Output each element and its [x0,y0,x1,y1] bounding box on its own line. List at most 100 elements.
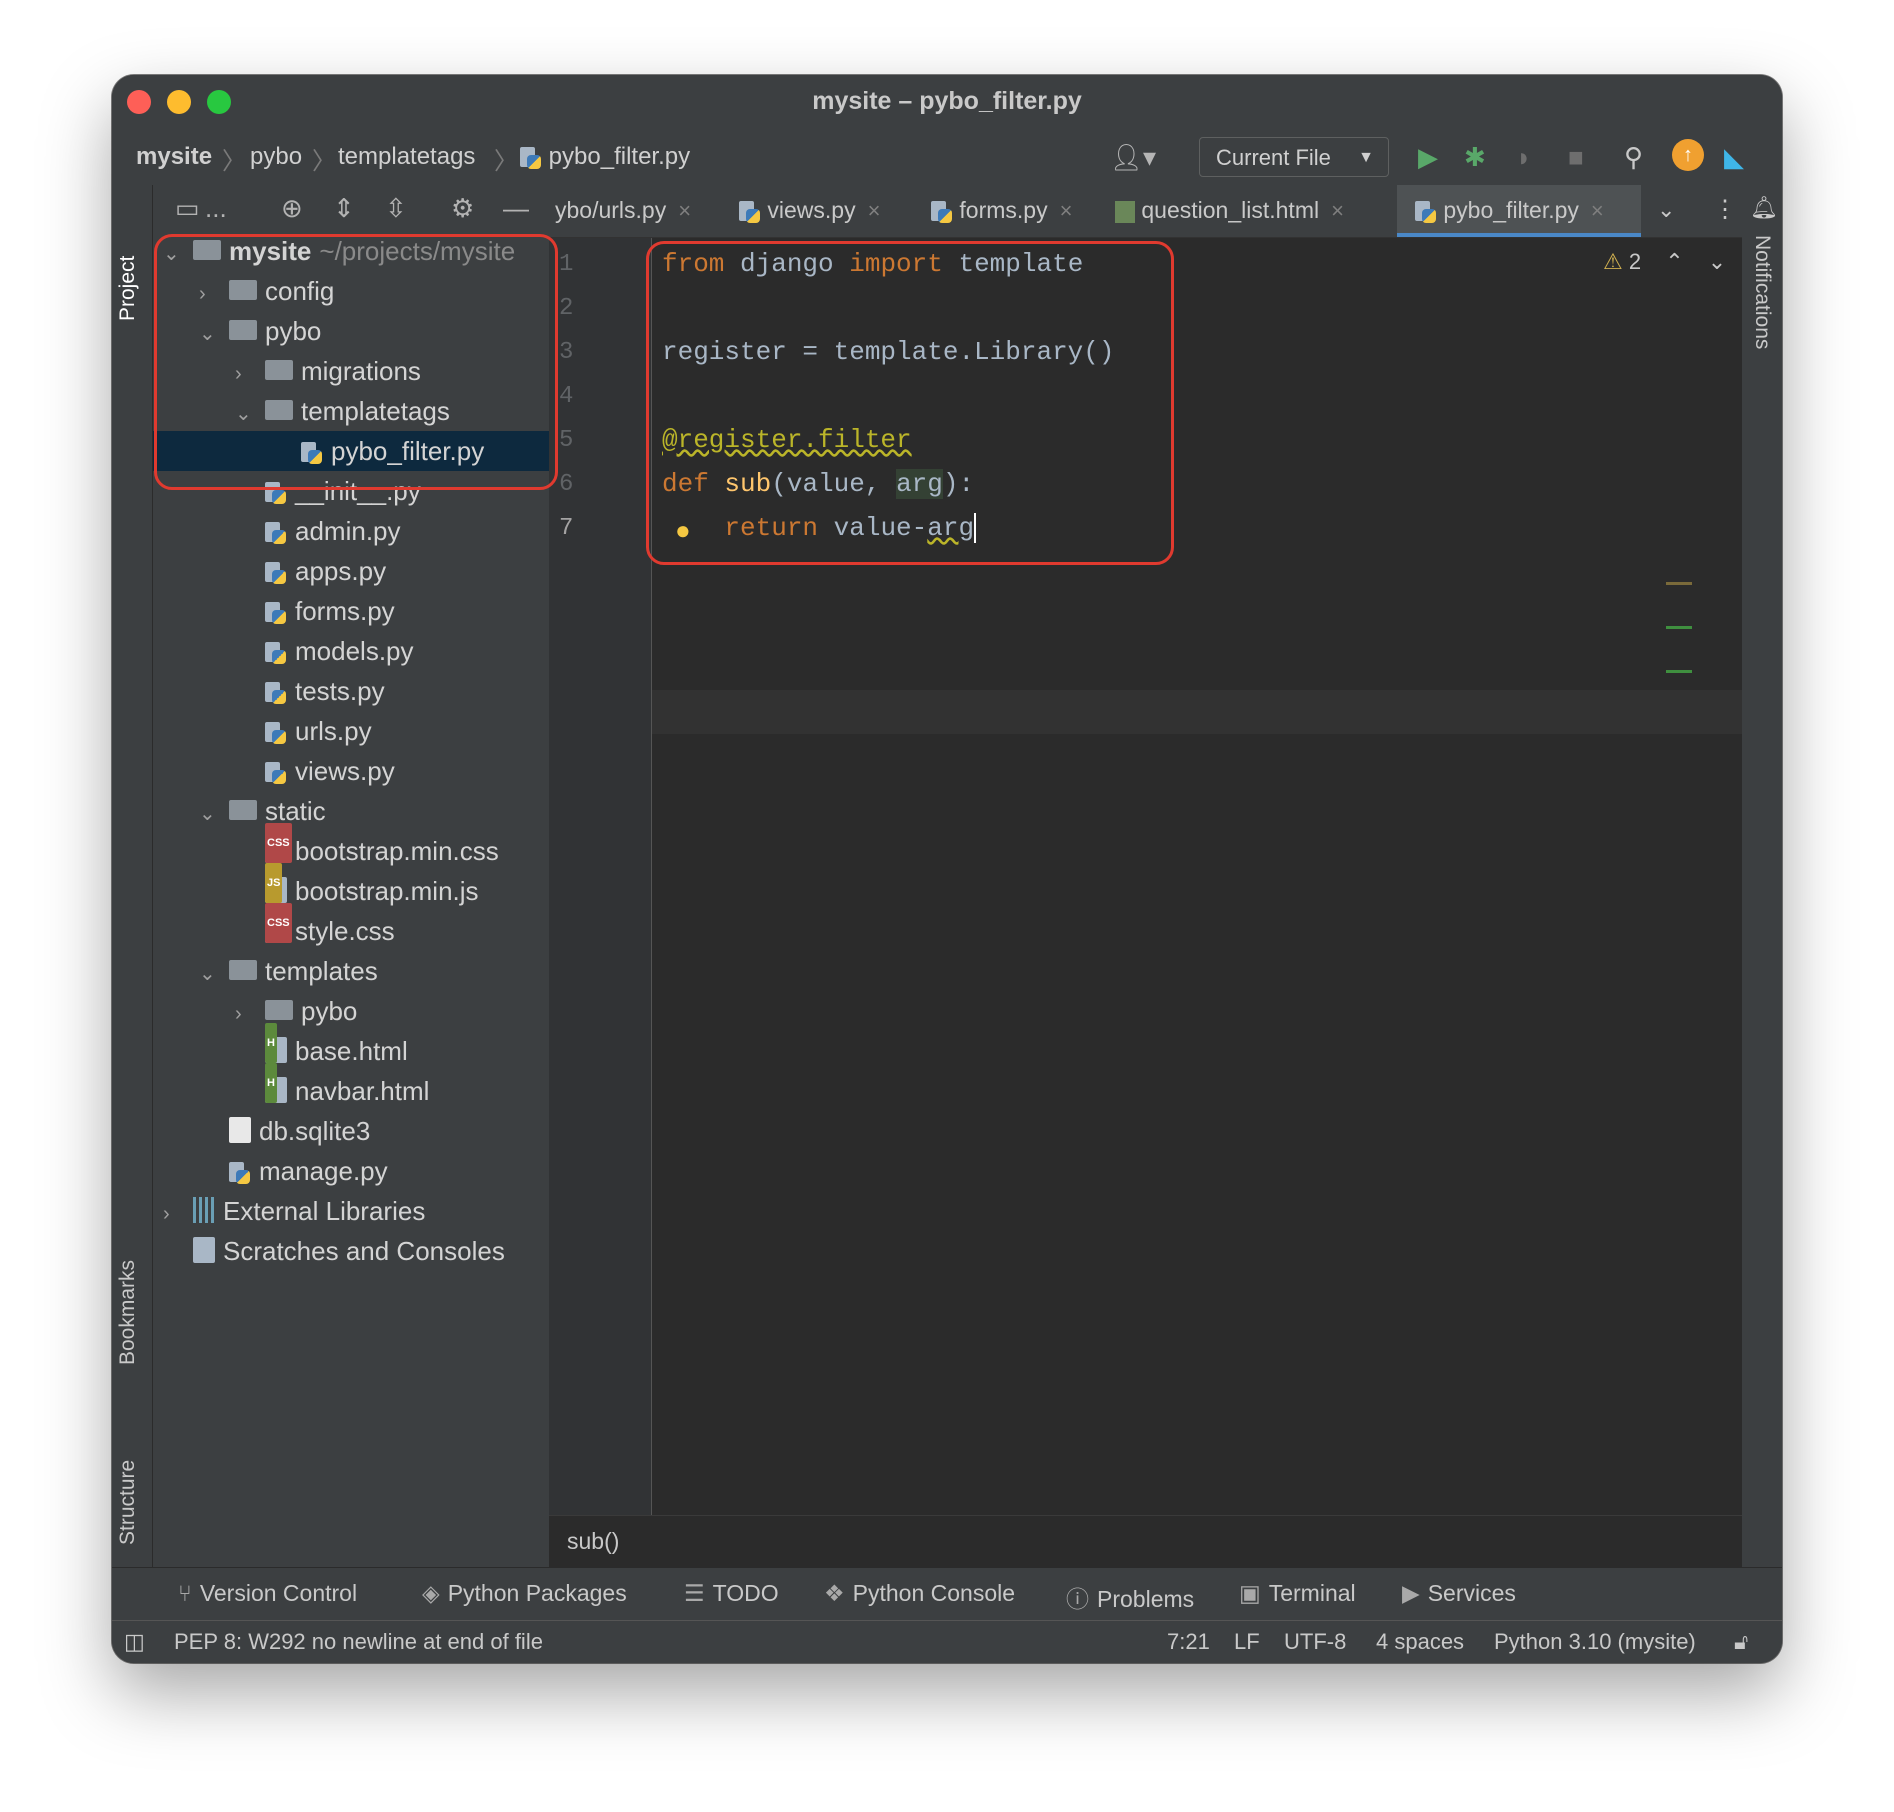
line-separator[interactable]: LF [1234,1629,1260,1655]
terminal-button[interactable]: ▣ Terminal [1239,1580,1356,1607]
next-highlight-icon[interactable]: ⌄ [1708,249,1726,274]
tree-item[interactable]: ⌄ templates [199,951,378,991]
services-button[interactable]: ▶ Services [1402,1580,1516,1607]
tab-pybo-filter[interactable]: pybo_filter.py × [1397,185,1641,237]
notifications-bell-icon[interactable]: 🔔︎ [1750,195,1778,221]
tree-item[interactable]: tests.py [235,671,385,711]
crumb-templatetags[interactable]: templatetags [338,143,475,171]
locate-file-icon[interactable]: ⊕ [281,193,303,224]
python-file-icon [229,1161,251,1185]
python-interpreter[interactable]: Python 3.10 (mysite) [1494,1629,1696,1655]
chevron-down-icon: ▼ [1358,149,1374,166]
tree-item[interactable]: admin.py [235,511,401,551]
tree-item-label: Scratches and Consoles [223,1236,505,1266]
tree-item[interactable]: urls.py [235,711,372,751]
scroll-marker-change[interactable] [1666,626,1692,629]
tab-views[interactable]: views.py × [739,185,880,237]
scroll-marker-change[interactable] [1666,670,1692,673]
stop-icon[interactable]: ■ [1568,143,1584,171]
tab-list-chevron-icon[interactable]: ⌄ [1657,197,1675,223]
crumb-file[interactable]: pybo_filter.py [520,143,690,171]
expand-all-icon[interactable]: ⇕ [333,193,355,224]
tool-windows-toggle-icon[interactable]: ◫ [124,1629,145,1655]
previous-highlight-icon[interactable]: ⌃ [1665,249,1683,274]
terminal-icon: ▣ [1239,1580,1261,1606]
crumb-pybo[interactable]: pybo [250,143,302,171]
warning-count: 2 [1628,249,1642,274]
tab-label: views.py [767,197,856,223]
hide-panel-icon[interactable]: — [503,193,529,224]
project-tool-button[interactable]: Project [116,201,140,321]
tree-item[interactable]: › External Libraries [163,1191,425,1231]
structure-tool-button[interactable]: Structure [116,1425,140,1545]
line-number: 7 [559,515,574,542]
caret-position[interactable]: 7:21 [1167,1629,1210,1655]
tree-item-label: External Libraries [223,1196,426,1226]
status-message[interactable]: PEP 8: W292 no newline at end of file [174,1629,543,1655]
close-tab-icon[interactable]: × [868,198,881,223]
crumb-project[interactable]: mysite [136,143,212,171]
tab-question-list[interactable]: question_list.html × [1115,185,1344,237]
search-icon[interactable]: ⚲ [1624,143,1643,171]
tree-item[interactable]: Hbase.html [235,1023,408,1071]
js-file-icon: JS [265,863,287,904]
tab-label: question_list.html [1141,197,1320,223]
collapse-chevron-icon[interactable]: › [163,1194,193,1234]
tool-window-bar: ⑂ Version Control ◈ Python Packages ☰ TODO … [112,1567,1782,1620]
tree-item[interactable]: › pybo [235,991,357,1031]
tree-item[interactable]: ⌄ static [199,791,326,831]
close-tab-icon[interactable]: × [678,198,691,223]
run-configuration-select[interactable]: Current File ▼ [1199,137,1389,177]
tool-label: Python Packages [447,1580,627,1606]
version-control-button[interactable]: ⑂ Version Control [178,1580,357,1607]
scroll-marker-warning[interactable] [1666,582,1692,585]
problems-button[interactable]: ⓘ Problems [1066,1580,1194,1614]
user-account-icon[interactable]: 👤︎▾ [1110,143,1156,171]
bookmarks-tool-button[interactable]: Bookmarks [116,1235,140,1365]
tab-urls[interactable]: ybo/urls.py × [555,185,691,237]
expand-chevron-icon[interactable]: ⌄ [199,794,229,834]
gear-icon[interactable]: ⚙ [451,193,474,224]
tree-item-label: views.py [295,756,395,786]
close-tab-icon[interactable]: × [1331,198,1344,223]
tree-item[interactable]: forms.py [235,591,395,631]
update-icon[interactable]: ↑ [1672,139,1704,171]
todo-button[interactable]: ☰ TODO [684,1580,779,1607]
tree-item[interactable]: CSS style.css [235,903,395,951]
project-toolbar: ▭ ... ⊕ ⇕ ⇳ ⚙ — [153,185,549,231]
run-icon[interactable]: ▶ [1418,143,1438,171]
project-view-dropdown[interactable]: ... [205,193,227,224]
close-tab-icon[interactable]: × [1060,198,1073,223]
tree-item[interactable]: apps.py [235,551,386,591]
tree-item[interactable]: Hnavbar.html [235,1063,429,1111]
tree-item-label: admin.py [295,516,401,546]
python-packages-button[interactable]: ◈ Python Packages [422,1580,627,1607]
python-console-button[interactable]: ❖ Python Console [824,1580,1015,1607]
more-options-icon[interactable]: ⋮ [1713,195,1737,224]
notifications-tool-button[interactable]: Notifications [1750,235,1774,349]
coverage-icon[interactable]: ◗ [1516,143,1532,171]
tree-item[interactable]: views.py [235,751,395,791]
jetbrains-logo-icon[interactable]: ◣ [1724,143,1744,171]
tree-item[interactable]: db.sqlite3 [199,1111,370,1151]
python-file-icon [265,601,287,625]
tree-item[interactable]: models.py [235,631,414,671]
collapse-all-icon[interactable]: ⇳ [385,193,407,224]
python-icon: ❖ [824,1580,845,1606]
code-breadcrumb-sub[interactable]: sub() [567,1528,619,1555]
debug-bug-icon[interactable]: ✱ [1464,143,1486,171]
collapse-chevron-icon[interactable]: › [235,994,265,1034]
close-tab-icon[interactable]: × [1591,198,1604,223]
html-file-icon [1115,200,1135,223]
tab-forms[interactable]: forms.py × [931,185,1072,237]
html-file-icon: H [265,1063,287,1104]
project-view-icon[interactable]: ▭ [175,193,200,224]
file-encoding[interactable]: UTF-8 [1284,1629,1346,1655]
tree-item[interactable]: Scratches and Consoles [163,1231,505,1271]
tab-label: ybo/urls.py [555,197,667,223]
expand-chevron-icon[interactable]: ⌄ [199,954,229,994]
lock-icon[interactable]: 🔓︎ [1734,1629,1748,1655]
tree-item[interactable]: manage.py [199,1151,388,1191]
inspection-widget[interactable]: ⚠ 2 ⌃ ⌄ [1603,249,1726,275]
indent-setting[interactable]: 4 spaces [1376,1629,1464,1655]
